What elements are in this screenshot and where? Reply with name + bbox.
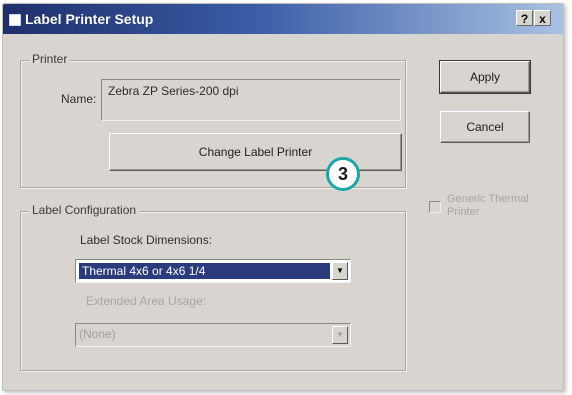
apply-button[interactable]: Apply [439,60,531,94]
apply-label: Apply [469,70,501,84]
extended-area-usage-label: Extended Area Usage: [86,294,207,308]
generic-thermal-label: Generic Thermal Printer [447,193,529,219]
generic-thermal-label-line1: Generic Thermal [447,193,529,205]
cancel-label: Cancel [466,120,504,134]
label-printer-setup-dialog: Label Printer Setup ? x Printer Name: Ze… [2,3,564,391]
generic-thermal-label-line2: Printer [447,206,480,218]
printer-name-value: Zebra ZP Series-200 dpi [108,84,239,98]
chevron-down-icon[interactable]: ▼ [332,262,348,280]
label-configuration-group [20,211,406,371]
printer-group-legend: Printer [29,52,71,66]
generic-thermal-checkbox[interactable] [429,201,441,213]
step-callout-badge: 3 [326,157,360,191]
window-icon [9,14,21,26]
change-label-printer-label: Change Label Printer [198,145,313,159]
label-stock-dimensions-label: Label Stock Dimensions: [80,233,213,247]
label-configuration-legend: Label Configuration [29,203,140,217]
title-bar[interactable]: Label Printer Setup ? x [3,4,563,34]
close-button[interactable]: x [534,10,551,26]
cancel-button[interactable]: Cancel [440,111,530,143]
extended-area-usage-value: (None) [79,327,116,341]
name-label: Name: [61,92,97,106]
window-title: Label Printer Setup [25,11,154,27]
label-stock-dimensions-select[interactable]: Thermal 4x6 or 4x6 1/4 ▼ [75,259,351,283]
extended-area-usage-select[interactable]: (None) ▼ [75,323,351,347]
help-button[interactable]: ? [516,10,533,26]
chevron-down-icon[interactable]: ▼ [332,326,348,344]
printer-name-field: Zebra ZP Series-200 dpi [101,79,401,121]
label-stock-dimensions-value: Thermal 4x6 or 4x6 1/4 [79,263,330,279]
